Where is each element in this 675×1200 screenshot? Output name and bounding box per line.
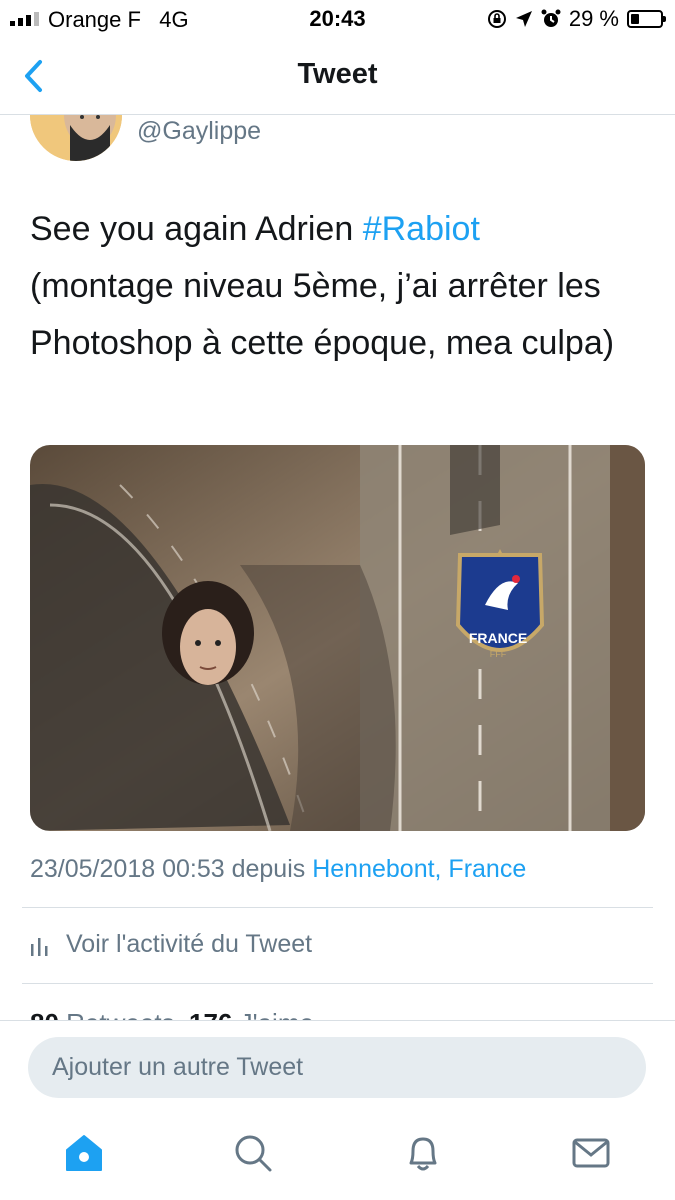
tweet-detail: @Gaylippe See you again Adrien #Rabiot (m… (0, 115, 675, 1020)
page-title: Tweet (297, 58, 378, 90)
location-link[interactable]: Hennebont, France (312, 855, 526, 883)
activity-label: Voir l'activité du Tweet (66, 930, 313, 958)
home-icon[interactable] (64, 1133, 104, 1173)
user-handle[interactable]: @Gaylippe (137, 117, 261, 146)
status-bar: Orange F 4G 20:43 29 % (0, 0, 675, 38)
tweet-text-rest: (montage niveau 5ème, j’ai arrêter les P… (30, 267, 615, 362)
player-face-illustration (162, 581, 254, 685)
divider (22, 907, 653, 908)
tweet-timestamp: 23/05/2018 00:53 (30, 855, 225, 883)
reply-bar: Ajouter un autre Tweet (0, 1020, 675, 1116)
notifications-icon[interactable] (403, 1133, 443, 1173)
hashtag-link[interactable]: #Rabiot (363, 210, 480, 248)
navigation-bar: Tweet (0, 38, 675, 115)
retweets-count[interactable]: 80 (30, 1008, 59, 1020)
likes-label[interactable]: J'aime (240, 1008, 314, 1020)
tweet-stats: 80 Retweets 176 J'aime (30, 1008, 314, 1020)
messages-icon[interactable] (571, 1133, 611, 1173)
battery-percent: 29 % (568, 6, 619, 31)
tweet-meta: 23/05/2018 00:53 depuis Hennebont, Franc… (30, 855, 526, 884)
alarm-icon (541, 9, 561, 27)
search-icon[interactable] (233, 1133, 273, 1173)
tweet-text-intro: See you again Adrien (30, 210, 363, 248)
retweets-label[interactable]: Retweets (66, 1008, 174, 1020)
tweet-activity-link[interactable]: Voir l'activité du Tweet (30, 930, 312, 959)
crest-sublabel: FFF (490, 649, 507, 659)
avatar[interactable] (30, 115, 122, 161)
tweet-text: See you again Adrien #Rabiot (montage niv… (30, 201, 640, 372)
via-word: depuis (231, 855, 306, 883)
status-right: 29 % (487, 6, 666, 32)
reply-input[interactable]: Ajouter un autre Tweet (28, 1037, 646, 1098)
crest-label: FRANCE (469, 630, 527, 646)
tweet-media[interactable]: FRANCE FFF (30, 445, 645, 831)
likes-count[interactable]: 176 (189, 1008, 232, 1020)
avatar-image (30, 115, 122, 161)
bar-chart-icon (31, 937, 48, 956)
battery-fill (631, 14, 639, 24)
battery-icon (627, 10, 666, 28)
orientation-lock-icon (487, 10, 506, 28)
location-arrow-icon (515, 11, 532, 27)
divider (22, 983, 653, 984)
road-photo: FRANCE FFF (30, 445, 645, 831)
tab-bar (0, 1115, 675, 1200)
